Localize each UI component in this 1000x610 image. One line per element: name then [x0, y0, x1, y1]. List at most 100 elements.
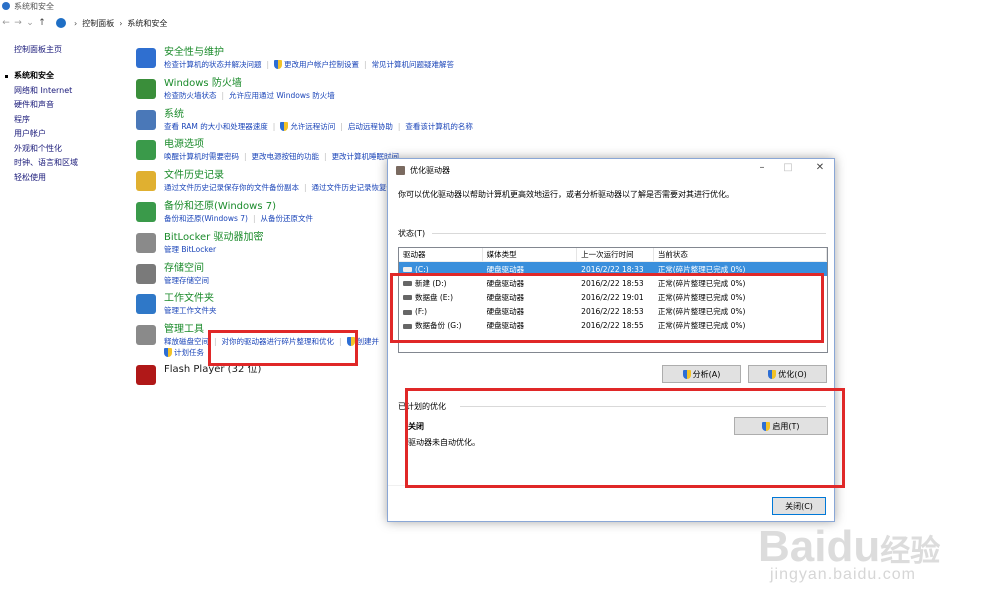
- link-divider: |: [253, 213, 256, 223]
- uac-shield-icon: [346, 337, 355, 347]
- back-arrow-icon[interactable]: ←: [0, 18, 12, 28]
- hard-drive-icon: [403, 309, 412, 315]
- media-type-cell: 硬盘驱动器: [486, 307, 525, 317]
- drive-row[interactable]: (C:) 硬盘驱动器 2016/2/22 18:33 正常(碎片整理已完成 0%…: [399, 262, 827, 277]
- analyze-button[interactable]: 分析(A): [662, 365, 741, 383]
- admin-tools-icon: [136, 325, 156, 346]
- link-check-status[interactable]: 检查计算机的状态并解决问题: [164, 59, 262, 70]
- drive-row[interactable]: 数据备份 (G:) 硬盘驱动器 2016/2/22 18:55 正常(碎片整理已…: [399, 319, 827, 333]
- drive-row[interactable]: 新建 (D:) 硬盘驱动器 2016/2/22 18:53 正常(碎片整理已完成…: [399, 276, 827, 290]
- sidebar-item-system-security[interactable]: 系统和安全: [5, 69, 124, 84]
- status-cell: 正常(碎片整理已完成 0%): [657, 292, 746, 302]
- uac-shield-icon: [274, 60, 283, 69]
- column-header-media-type[interactable]: 媒体类型: [483, 248, 578, 261]
- uac-shield-icon: [762, 421, 771, 431]
- work-folder-icon: [136, 294, 156, 315]
- column-header-drive[interactable]: 驱动器: [399, 248, 483, 261]
- drive-list[interactable]: 驱动器 媒体类型 上一次运行时间 当前状态 (C:) 硬盘驱动器 2016/2/…: [398, 247, 828, 353]
- scheduled-group-label: 已计划的优化: [398, 402, 446, 411]
- link-manage-work-folders[interactable]: 管理工作文件夹: [164, 305, 217, 316]
- sidebar-item-clock-region[interactable]: 时钟、语言和区域: [14, 156, 124, 171]
- sidebar-item-appearance[interactable]: 外观和个性化: [14, 142, 124, 157]
- link-free-disk-space[interactable]: 释放磁盘空间: [164, 336, 209, 347]
- status-cell: 正常(碎片整理已完成 0%): [657, 278, 746, 288]
- footer-divider: [388, 485, 834, 486]
- window-title: 系统和安全: [14, 1, 54, 11]
- drive-name: (C:): [415, 264, 429, 274]
- link-uac-settings[interactable]: 更改用户帐户控制设置: [274, 59, 359, 70]
- forward-arrow-icon[interactable]: →: [12, 18, 24, 28]
- link-save-backup[interactable]: 通过文件历史记录保存你的文件备份副本: [164, 182, 299, 193]
- link-backup-restore[interactable]: 备份和还原(Windows 7): [164, 213, 248, 224]
- optimize-button[interactable]: 优化(O): [748, 365, 827, 383]
- storage-icon: [136, 263, 156, 284]
- group-divider: [432, 233, 826, 234]
- window-icon: [2, 2, 10, 10]
- link-divider: |: [221, 90, 225, 100]
- up-arrow-icon[interactable]: ↑: [36, 18, 48, 28]
- link-defrag-optimize[interactable]: 对你的驱动器进行碎片整理和优化: [222, 336, 335, 347]
- link-divider: |: [266, 60, 270, 69]
- link-label: 计划任务: [174, 348, 204, 358]
- column-header-status[interactable]: 当前状态: [654, 248, 827, 261]
- link-view-ram[interactable]: 查看 RAM 的大小和处理器速度: [164, 121, 268, 132]
- drive-cell: 数据盘 (E:): [399, 292, 483, 303]
- category-title[interactable]: Windows 防火墙: [164, 77, 486, 90]
- sidebar-item-programs[interactable]: 程序: [14, 113, 124, 128]
- link-divider: |: [244, 152, 247, 162]
- dialog-title: 优化驱动器: [410, 166, 450, 175]
- breadcrumb-control-panel[interactable]: 控制面板: [82, 18, 114, 29]
- link-divider: |: [397, 121, 401, 131]
- link-allow-app[interactable]: 允许应用通过 Windows 防火墙: [229, 90, 335, 101]
- drive-row[interactable]: (F:) 硬盘驱动器 2016/2/22 18:53 正常(碎片整理已完成 0%…: [399, 305, 827, 319]
- link-remote-assist[interactable]: 启动远程协助: [348, 121, 393, 132]
- link-create-format[interactable]: 创建并: [346, 336, 380, 347]
- link-divider: |: [324, 152, 327, 162]
- link-task-scheduler[interactable]: 计划任务: [164, 347, 204, 358]
- last-run-cell: 2016/2/22 19:01: [581, 292, 644, 302]
- link-label: 允许远程访问: [290, 121, 336, 131]
- category-title[interactable]: 系统: [164, 108, 486, 121]
- link-troubleshoot[interactable]: 常见计算机问题疑难解答: [372, 59, 455, 70]
- column-header-last-run[interactable]: 上一次运行时间: [577, 248, 654, 261]
- drive-cell: (C:): [399, 265, 483, 274]
- dialog-title-bar: 优化驱动器 – □ ✕: [388, 159, 834, 182]
- link-manage-bitlocker[interactable]: 管理 BitLocker: [164, 244, 216, 255]
- group-divider: [460, 406, 826, 407]
- minimize-icon[interactable]: –: [752, 162, 772, 173]
- last-run-cell: 2016/2/22 18:55: [581, 321, 644, 331]
- sidebar-home-link[interactable]: 控制面板主页: [14, 44, 124, 55]
- link-label: 创建并: [356, 337, 380, 347]
- maximize-icon[interactable]: □: [778, 162, 798, 173]
- sidebar-item-network[interactable]: 网络和 Internet: [14, 84, 124, 99]
- link-divider: |: [339, 337, 342, 347]
- link-remote-access[interactable]: 允许远程访问: [280, 121, 335, 132]
- sidebar-item-hardware-sound[interactable]: 硬件和声音: [14, 98, 124, 113]
- backup-icon: [136, 201, 156, 222]
- enable-button[interactable]: 启用(T): [734, 417, 828, 435]
- link-firewall-status[interactable]: 检查防火墙状态: [164, 90, 217, 101]
- sidebar-item-ease-of-access[interactable]: 轻松使用: [14, 171, 124, 186]
- close-button[interactable]: 关闭(C): [772, 497, 826, 515]
- link-manage-storage[interactable]: 管理存储空间: [164, 275, 209, 286]
- status-cell: 正常(碎片整理已完成 0%): [657, 321, 746, 331]
- button-label: 关闭(C): [785, 501, 813, 511]
- baidu-watermark: Baidu经验 jingyan.baidu.com: [758, 522, 958, 592]
- sidebar-item-user-accounts[interactable]: 用户帐户: [14, 127, 124, 142]
- link-wake-password[interactable]: 唤醒计算机时需要密码: [164, 151, 239, 162]
- close-icon[interactable]: ✕: [810, 162, 830, 173]
- link-power-button[interactable]: 更改电源按钮的功能: [252, 151, 320, 162]
- category-title[interactable]: 电源选项: [164, 138, 486, 151]
- button-label: 启用(T): [772, 421, 800, 431]
- link-computer-name[interactable]: 查看该计算机的名称: [405, 121, 473, 132]
- sidebar: 控制面板主页 系统和安全 网络和 Internet 硬件和声音 程序 用户帐户 …: [5, 44, 124, 186]
- status-cell: 正常(碎片整理已完成 0%): [657, 264, 746, 274]
- breadcrumb-system-security[interactable]: 系统和安全: [127, 18, 167, 29]
- system-drive-icon: [403, 267, 412, 273]
- drive-name: 数据备份 (G:): [415, 321, 462, 331]
- dropdown-chevron-icon[interactable]: ⌄: [24, 18, 36, 28]
- link-restore-from-backup[interactable]: 从备份还原文件: [261, 213, 314, 224]
- status-group-label: 状态(T): [398, 229, 426, 238]
- drive-row[interactable]: 数据盘 (E:) 硬盘驱动器 2016/2/22 19:01 正常(碎片整理已完…: [399, 290, 827, 304]
- category-title[interactable]: 安全性与维护: [164, 46, 486, 59]
